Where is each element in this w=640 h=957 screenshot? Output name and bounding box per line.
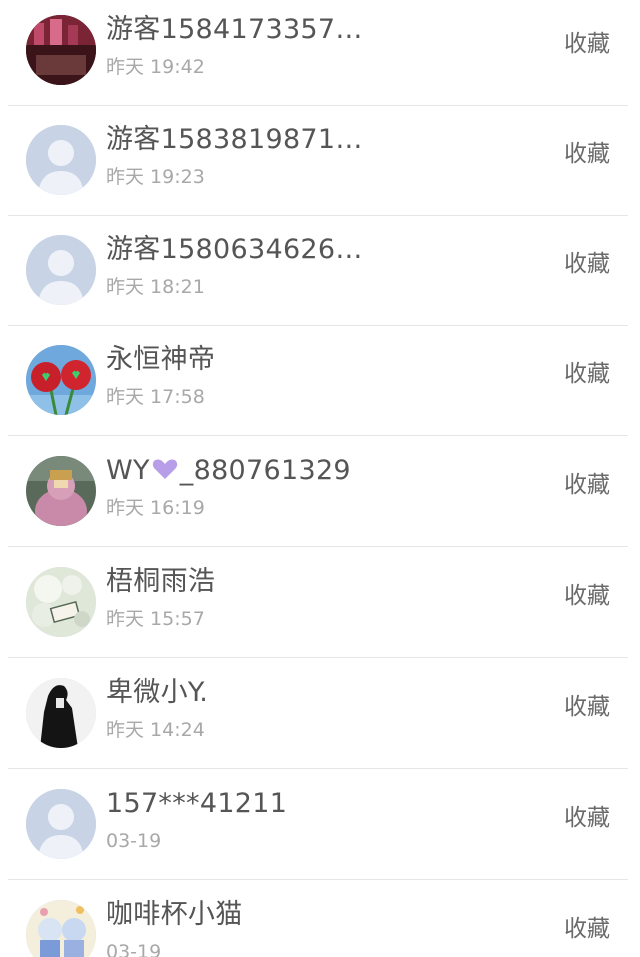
favorite-button[interactable]: 收藏 [564,469,610,501]
username: 游客1584173357… [106,14,363,45]
favorite-button[interactable]: 收藏 [564,580,610,612]
default-avatar-icon[interactable] [26,789,96,859]
list-item[interactable]: 游客1583819871… 昨天 19:23 收藏 [8,106,628,216]
list-item[interactable]: 游客1584173357… 昨天 19:42 收藏 [8,0,628,106]
timestamp: 昨天 19:42 [106,56,205,78]
avatar[interactable] [26,678,96,748]
list-item[interactable]: 卑微小Y. 昨天 14:24 收藏 [8,659,628,769]
list-item[interactable]: 梧桐雨浩 昨天 15:57 收藏 [8,548,628,658]
timestamp: 昨天 15:57 [106,608,205,630]
avatar[interactable] [26,345,96,415]
list-item[interactable]: 游客1580634626… 昨天 18:21 收藏 [8,216,628,326]
heart-icon [152,452,178,492]
favorite-button[interactable]: 收藏 [564,358,610,390]
list-item[interactable]: WY _880761329 昨天 16:19 收藏 [8,437,628,547]
timestamp: 昨天 18:21 [106,276,205,298]
timestamp: 03-19 [106,941,162,957]
username: 游客1583819871… [106,124,363,155]
timestamp: 03-19 [106,830,162,852]
username: 卑微小Y. [106,677,209,708]
username: 梧桐雨浩 [106,566,216,597]
username: WY _880761329 [106,451,351,492]
list-item[interactable]: 永恒神帝 昨天 17:58 收藏 [8,326,628,436]
username-prefix: WY [106,455,150,486]
favorite-button[interactable]: 收藏 [564,802,610,834]
default-avatar-icon[interactable] [26,235,96,305]
favorites-list: 游客1584173357… 昨天 19:42 收藏 游客1583819871… … [0,0,640,957]
favorite-button[interactable]: 收藏 [564,138,610,170]
favorite-button[interactable]: 收藏 [564,913,610,945]
avatar[interactable] [26,15,96,85]
username: 157***41211 [106,788,288,819]
avatar[interactable] [26,456,96,526]
username-suffix: _880761329 [179,455,351,486]
timestamp: 昨天 14:24 [106,719,205,741]
timestamp: 昨天 19:23 [106,166,205,188]
default-avatar-icon[interactable] [26,125,96,195]
avatar[interactable] [26,900,96,957]
favorite-button[interactable]: 收藏 [564,248,610,280]
timestamp: 昨天 17:58 [106,386,205,408]
list-item[interactable]: 咖啡杯小猫 03-19 收藏 [8,881,628,957]
favorite-button[interactable]: 收藏 [564,28,610,60]
favorite-button[interactable]: 收藏 [564,691,610,723]
username: 永恒神帝 [106,344,216,375]
list-item[interactable]: 157***41211 03-19 收藏 [8,770,628,880]
username: 咖啡杯小猫 [106,899,243,930]
timestamp: 昨天 16:19 [106,497,205,519]
avatar[interactable] [26,567,96,637]
username: 游客1580634626… [106,234,363,265]
